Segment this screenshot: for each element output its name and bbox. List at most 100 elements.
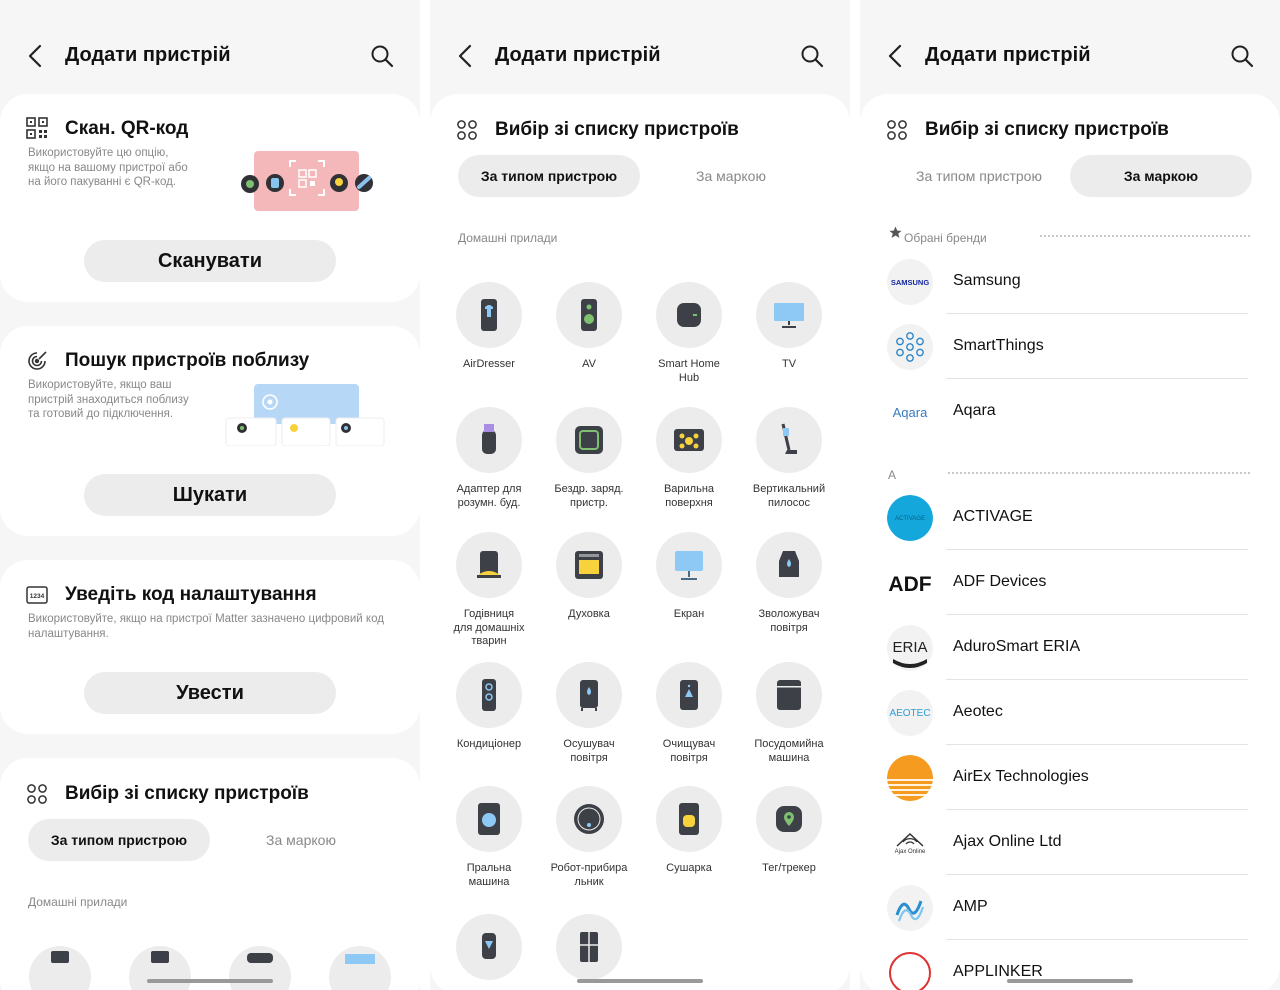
hub-icon [677, 303, 701, 327]
device-circle [456, 532, 522, 598]
device-tile-tv[interactable]: TV [739, 282, 839, 372]
device-label: AirDresser [463, 358, 515, 370]
device-tile-av[interactable] [129, 946, 191, 990]
tv-icon [345, 954, 375, 964]
brand-row-amp[interactable]: AMP [860, 876, 1280, 940]
device-tile-airdresser[interactable] [29, 946, 91, 990]
search-nearby-button[interactable]: Шукати [84, 474, 336, 516]
brand-name: SmartThings [953, 337, 1044, 354]
back-arrow-icon[interactable] [882, 42, 910, 70]
device-tile-dishwasher[interactable]: Посудомийна машина [739, 662, 839, 765]
ajax-logo: Ajax Online [887, 820, 933, 866]
tab-by-device-type[interactable]: За типом пристрою [888, 155, 1070, 197]
airdresser-icon [51, 951, 69, 963]
brand-row-smartthings[interactable]: SmartThings [860, 315, 1280, 379]
qr-card-description: Використовуйте цю опцію, якщо на вашому п… [28, 147, 188, 188]
search-icon[interactable] [1228, 42, 1256, 70]
device-label: Очищувач повітря [662, 738, 716, 764]
screen-device-list-by-brand: Додати пристрій Вибір зі списку пристрої… [860, 0, 1280, 990]
page-title: Додати пристрій [495, 44, 661, 66]
eria-logo: ERIA [887, 625, 933, 671]
device-tile-hub[interactable]: Smart Home Hub [639, 282, 739, 385]
brand-name: ADF Devices [953, 573, 1047, 590]
tab-by-device-type[interactable]: За типом пристрою [28, 819, 210, 861]
brand-row-aeotec[interactable]: AEOTEC Aeotec [860, 681, 1280, 745]
brand-row-aqara[interactable]: Aqara Aqara [860, 380, 1280, 444]
screen-icon [675, 551, 703, 580]
device-circle [456, 662, 522, 728]
tab-by-brand[interactable]: За маркою [640, 155, 822, 197]
search-icon[interactable] [368, 42, 396, 70]
device-circle [656, 407, 722, 473]
device-label: Екран [673, 608, 705, 620]
brand-row-adf-devices[interactable]: ADF ADF Devices [860, 551, 1280, 615]
brand-row-airex-technologies[interactable]: AirEx Technologies [860, 746, 1280, 810]
app-bar: Додати пристрій [430, 30, 850, 82]
device-label: Вертикальний пилосос [752, 483, 826, 509]
brand-row-samsung[interactable]: SAMSUNG Samsung [860, 250, 1280, 314]
device-tile-oven[interactable]: Духовка [539, 532, 639, 622]
device-circle [756, 532, 822, 598]
device-tile-tv[interactable] [329, 946, 391, 990]
brand-row-activage[interactable]: ACTIVAGE ACTIVAGE [860, 486, 1280, 550]
back-arrow-icon[interactable] [452, 42, 480, 70]
device-tile-cooktop[interactable]: Варильна поверхня [639, 407, 739, 510]
tab-by-brand[interactable]: За маркою [210, 819, 392, 861]
search-icon[interactable] [798, 42, 826, 70]
screen-add-device-main: Додати пристрій Скан. QR-код Використову… [0, 0, 420, 990]
device-tile-air-purifier[interactable]: Очищувач повітря [639, 662, 739, 765]
device-tile-partial-filter[interactable] [439, 914, 539, 980]
refrigerator-icon [580, 932, 598, 962]
device-circle [556, 282, 622, 348]
device-tile-humidifier[interactable]: Зволожувач повітря [739, 532, 839, 635]
enter-code-button[interactable]: Увести [84, 672, 336, 714]
water-filter-icon [482, 933, 496, 959]
brand-row-adurosmart-eria[interactable]: ERIA AduroSmart ERIA [860, 616, 1280, 680]
device-list-card: Вибір зі списку пристроїв За типом прист… [0, 758, 420, 990]
device-label: Зволожувач повітря [758, 608, 820, 634]
device-tile-stick-vacuum[interactable]: Вертикальний пилосос [739, 407, 839, 510]
device-circle [456, 282, 522, 348]
adapter-icon [482, 424, 496, 454]
device-label: Кондиціонер [456, 738, 522, 750]
airdresser-icon [481, 299, 497, 331]
device-label: Годівниця для домашніх тварин [453, 608, 525, 647]
device-tile-dehumidifier[interactable]: Осушувач повітря [539, 662, 639, 765]
av-speaker-icon [151, 951, 169, 963]
device-tile-dryer[interactable]: Сушарка [639, 786, 739, 876]
device-tile-hub[interactable] [229, 946, 291, 990]
scan-button[interactable]: Сканувати [84, 240, 336, 282]
home-indicator [577, 979, 703, 983]
brand-name: Samsung [953, 272, 1021, 289]
tag-tracker-icon [776, 806, 802, 832]
device-tile-tag-tracker[interactable]: Тег/трекер [739, 786, 839, 876]
svg-text:ADF: ADF [888, 573, 931, 596]
svg-text:SAMSUNG: SAMSUNG [891, 278, 930, 287]
device-tile-washer[interactable]: Пральна машина [439, 786, 539, 889]
stick-vacuum-icon [781, 423, 797, 454]
smartthings-logo [887, 324, 933, 370]
device-tile-air-conditioner[interactable]: Кондиціонер [439, 662, 539, 752]
qr-scan-card: Скан. QR-код Використовуйте цю опцію, якщ… [0, 94, 420, 302]
device-label: Посудомийна машина [754, 738, 824, 764]
device-tile-adapter[interactable]: Адаптер для розумн. буд. [439, 407, 539, 510]
row-divider [946, 313, 1248, 314]
device-tile-screen[interactable]: Екран [639, 532, 739, 622]
row-divider [946, 939, 1248, 940]
samsung-logo: SAMSUNG [887, 259, 933, 305]
back-arrow-icon[interactable] [22, 42, 50, 70]
device-circle [656, 786, 722, 852]
device-tile-partial-fridge[interactable] [539, 914, 639, 980]
brand-name: AMP [953, 898, 988, 915]
tab-by-brand[interactable]: За маркою [1070, 155, 1252, 197]
device-tile-robot-vacuum[interactable]: Робот-прибира льник [539, 786, 639, 889]
cooktop-icon [674, 429, 704, 451]
page-title: Додати пристрій [925, 44, 1091, 66]
device-tile-airdresser[interactable]: AirDresser [439, 282, 539, 372]
device-tile-av-speaker[interactable]: AV [539, 282, 639, 372]
device-tile-wireless-charger[interactable]: Бездр. заряд. пристр. [539, 407, 639, 510]
brand-name: AduroSmart ERIA [953, 638, 1081, 655]
tab-by-device-type[interactable]: За типом пристрою [458, 155, 640, 197]
brand-row-ajax-online[interactable]: Ajax Online Ajax Online Ltd [860, 811, 1280, 875]
device-tile-pet-feeder[interactable]: Годівниця для домашніх тварин [439, 532, 539, 649]
